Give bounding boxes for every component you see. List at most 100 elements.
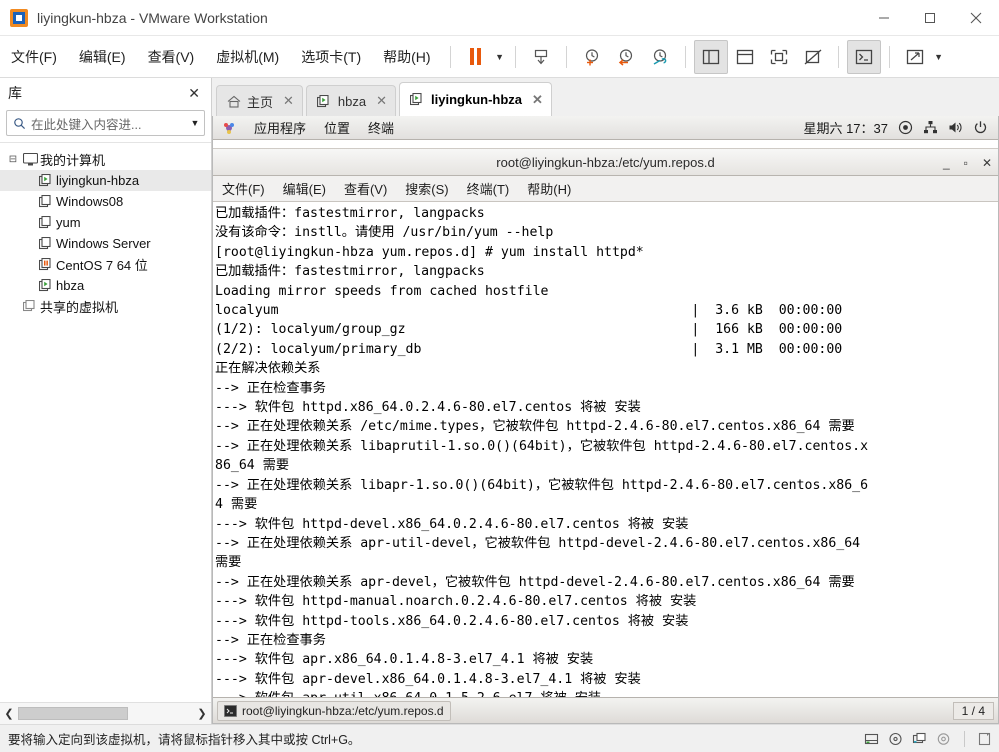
tab-close-icon[interactable]: ✕	[283, 93, 294, 109]
gnome-menu-terminal[interactable]: 终端	[359, 118, 403, 137]
library-panel-icon	[702, 49, 719, 64]
search-icon	[7, 117, 31, 130]
terminal-close-button[interactable]: ✕	[982, 156, 992, 170]
show-thumbnails-button[interactable]	[762, 40, 796, 74]
search-input[interactable]: 在此处键入内容进...	[31, 114, 186, 133]
scrollbar-thumb[interactable]	[18, 707, 128, 720]
tab-home[interactable]: 主页 ✕	[216, 85, 303, 116]
library-horizontal-scrollbar[interactable]: ❮ ❯	[0, 702, 211, 724]
taskbar-window-button[interactable]: root@liyingkun-hbza:/etc/yum.repos.d	[217, 700, 451, 721]
vm-running-icon	[316, 94, 332, 108]
status-message: 要将输入定向到该虚拟机，请将鼠标指针移入其中或按 Ctrl+G。	[8, 733, 361, 747]
terminal-menu-search[interactable]: 搜索(S)	[396, 179, 457, 198]
tree-item-shared-vms[interactable]: 共享的虚拟机	[0, 296, 211, 317]
scroll-left-icon[interactable]: ❮	[0, 707, 18, 720]
tab-close-icon[interactable]: ✕	[376, 93, 387, 109]
terminal-window: root@liyingkun-hbza:/etc/yum.repos.d _ ▫…	[213, 148, 998, 697]
hard-disk-icon[interactable]	[864, 732, 879, 746]
take-snapshot-button[interactable]	[575, 40, 609, 74]
menu-file[interactable]: 文件(F)	[0, 36, 68, 78]
network-adapter-icon[interactable]	[912, 732, 927, 746]
tree-item-liyingkun-hbza[interactable]: liyingkun-hbza	[0, 170, 211, 191]
vm-area: 主页 ✕ hbza ✕ liyingkun-hbza ✕ 应用程序 位置 终端 …	[212, 78, 999, 724]
vm-off-icon	[36, 237, 56, 250]
toolbar-separator	[449, 45, 451, 68]
power-icon[interactable]	[973, 120, 988, 135]
tab-close-icon[interactable]: ✕	[532, 92, 543, 108]
vm-off-icon	[36, 195, 56, 208]
menu-vm[interactable]: 虚拟机(M)	[205, 36, 290, 78]
usb-icon[interactable]	[936, 732, 951, 746]
workspace-indicator[interactable]: 1 / 4	[952, 701, 994, 720]
guest-screen[interactable]: 应用程序 位置 终端 星期六 17：37 root@liyingkun-hbza…	[212, 116, 999, 724]
title-bar: liyingkun-hbza - VMware Workstation	[0, 0, 999, 36]
snapshot-revert-icon	[618, 48, 632, 66]
console-view-icon	[736, 49, 753, 64]
scroll-right-icon[interactable]: ❯	[193, 707, 211, 720]
gnome-clock[interactable]: 星期六 17：37	[803, 118, 898, 137]
accessibility-icon[interactable]	[898, 120, 913, 135]
tree-item-centos7[interactable]: CentOS 7 64 位	[0, 254, 211, 275]
menu-help[interactable]: 帮助(H)	[372, 36, 441, 78]
terminal-icon	[224, 704, 237, 717]
show-library-button[interactable]	[693, 39, 728, 74]
terminal-menu-edit[interactable]: 编辑(E)	[274, 179, 335, 198]
pause-button[interactable]	[459, 40, 493, 74]
tree-item-windows08[interactable]: Windows08	[0, 191, 211, 212]
terminal-menu-view[interactable]: 查看(V)	[335, 179, 396, 198]
fullscreen-icon	[906, 49, 923, 64]
terminal-output-area[interactable]: 已加载插件：fastestmirror, langpacks 没有该命令：ins…	[213, 202, 998, 697]
tab-hbza[interactable]: hbza ✕	[305, 85, 397, 116]
search-dropdown-caret-icon[interactable]: ▼	[186, 118, 204, 128]
maximize-button[interactable]	[907, 0, 953, 36]
collapse-toggle-icon[interactable]: ⊟	[6, 154, 20, 165]
library-search-box[interactable]: 在此处键入内容进... ▼	[6, 110, 205, 136]
fullscreen-button[interactable]	[898, 40, 932, 74]
tree-item-windows-server[interactable]: Windows Server	[0, 233, 211, 254]
minimize-button[interactable]	[861, 0, 907, 36]
vmware-logo-icon	[10, 8, 28, 27]
floppy-icon[interactable]	[978, 732, 991, 746]
gnome-menu-places[interactable]: 位置	[315, 118, 359, 137]
terminal-minimize-button[interactable]: _	[943, 156, 950, 170]
toolbar-separator	[514, 45, 516, 68]
show-console-view-button[interactable]	[728, 40, 762, 74]
menu-edit[interactable]: 编辑(E)	[68, 36, 137, 78]
tree-item-label: CentOS 7 64 位	[56, 258, 148, 273]
menu-tabs[interactable]: 选项卡(T)	[290, 36, 372, 78]
status-device-icons	[864, 730, 991, 747]
pause-dropdown-caret-icon[interactable]: ▼	[493, 52, 507, 62]
terminal-menu-file[interactable]: 文件(F)	[213, 179, 274, 198]
menu-view[interactable]: 查看(V)	[137, 36, 206, 78]
send-ctrl-alt-del-button[interactable]	[524, 40, 558, 74]
main-body: 库 ✕ 在此处键入内容进... ▼ ⊟ 我的计算机 liyingkun-hbza…	[0, 78, 999, 724]
terminal-menu-help[interactable]: 帮助(H)	[518, 179, 580, 198]
tab-liyingkun-hbza[interactable]: liyingkun-hbza ✕	[399, 82, 552, 116]
close-button[interactable]	[953, 0, 999, 36]
library-close-icon[interactable]: ✕	[185, 85, 203, 102]
tree-item-label: liyingkun-hbza	[56, 173, 140, 188]
tree-item-yum[interactable]: yum	[0, 212, 211, 233]
send-keys-icon	[534, 49, 547, 64]
tree-item-my-computer[interactable]: ⊟ 我的计算机	[0, 149, 211, 170]
terminal-maximize-button[interactable]: ▫	[964, 156, 968, 170]
computer-icon	[20, 153, 40, 166]
tree-item-label: Windows08	[56, 194, 124, 209]
cdrom-icon[interactable]	[888, 732, 903, 746]
tree-item-label: yum	[56, 215, 81, 230]
snapshot-manager-button[interactable]	[643, 40, 677, 74]
unity-mode-button[interactable]	[846, 39, 881, 74]
revert-snapshot-button[interactable]	[609, 40, 643, 74]
vm-suspended-icon	[36, 258, 56, 271]
shared-vms-icon	[20, 300, 40, 313]
volume-icon[interactable]	[948, 120, 963, 135]
hide-thumbnails-button[interactable]	[796, 40, 830, 74]
network-icon[interactable]	[923, 120, 938, 135]
fullscreen-dropdown-caret-icon[interactable]: ▼	[932, 52, 946, 62]
tree-item-hbza[interactable]: hbza	[0, 275, 211, 296]
terminal-title-bar: root@liyingkun-hbza:/etc/yum.repos.d _ ▫…	[213, 148, 998, 176]
terminal-menu-terminal[interactable]: 终端(T)	[458, 179, 519, 198]
vm-running-icon	[36, 174, 56, 187]
gnome-menu-applications[interactable]: 应用程序	[245, 118, 315, 137]
gnome-activities-icon	[213, 121, 245, 135]
